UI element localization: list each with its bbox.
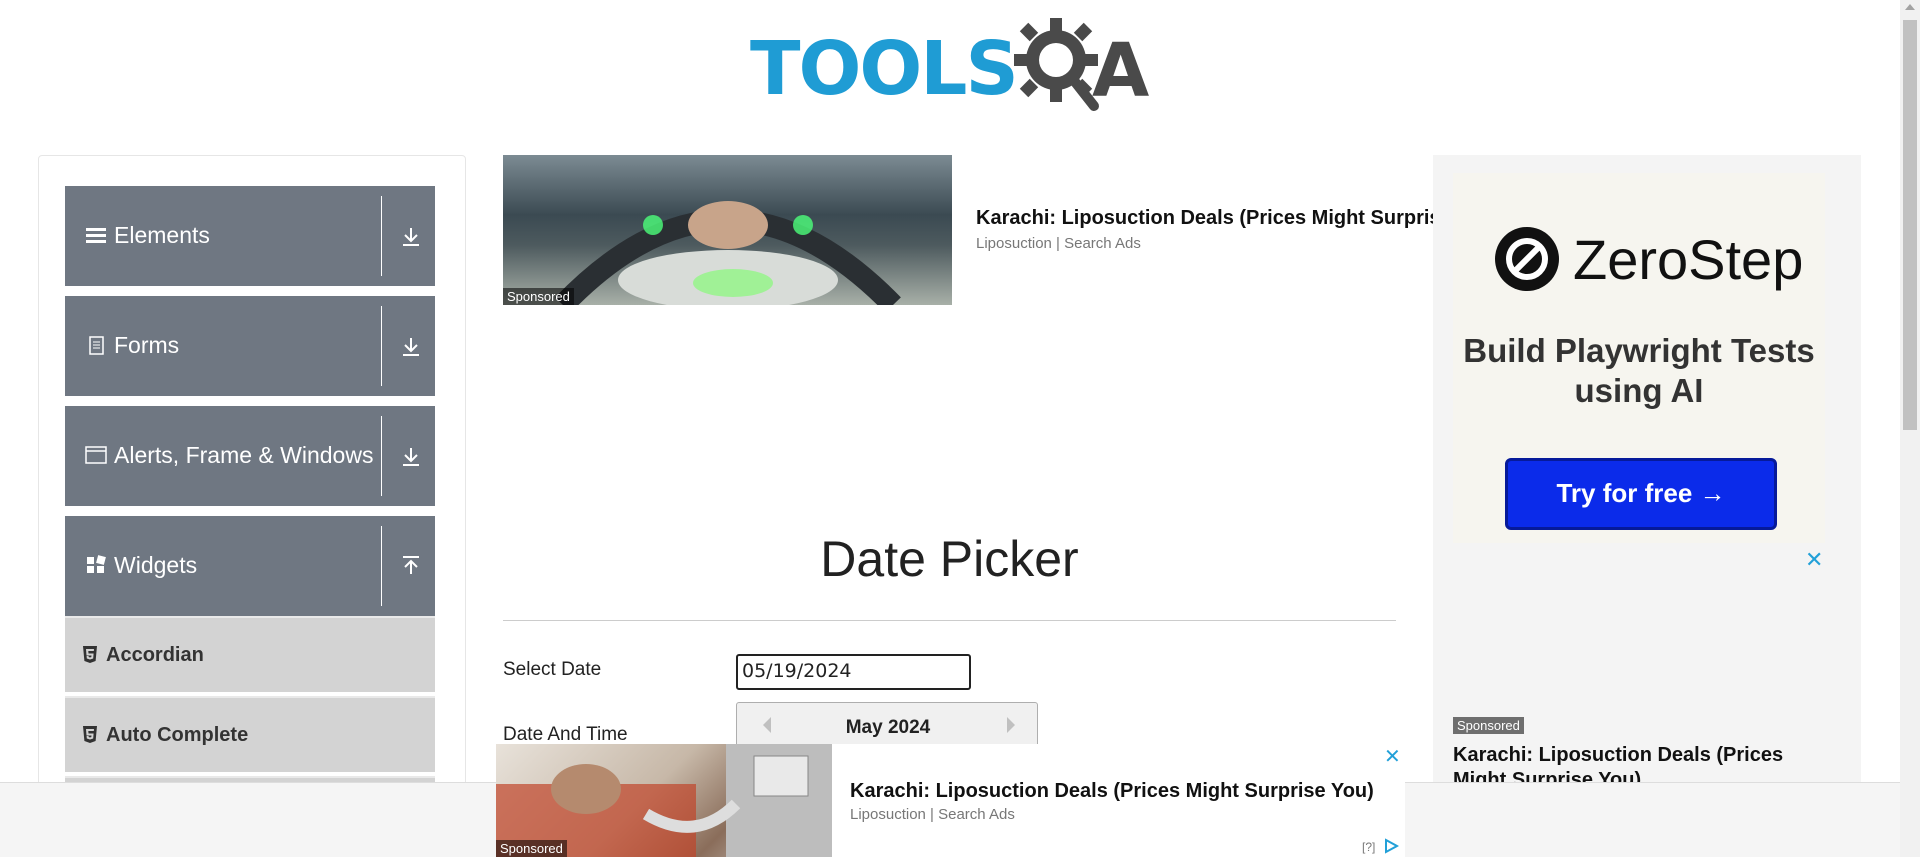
scroll-thumb[interactable] xyxy=(1903,20,1917,430)
sidebar-item-label: Accordian xyxy=(106,644,204,666)
zerostep-logo-icon xyxy=(1495,227,1559,291)
widgets-icon xyxy=(87,555,106,573)
select-date-label: Select Date xyxy=(503,659,602,680)
document-icon xyxy=(89,336,104,355)
upload-arrow-icon[interactable] xyxy=(399,554,423,578)
sidebar-item-accordian[interactable]: Accordian xyxy=(65,616,435,692)
zerostep-brand: ZeroStep xyxy=(1573,228,1804,291)
sponsored-badge: Sponsored xyxy=(496,840,567,857)
html5-icon xyxy=(83,646,97,663)
ad-subtitle: Liposuction | Search Ads xyxy=(976,235,1141,252)
calendar-month-label: May 2024 xyxy=(845,717,931,738)
ad-title[interactable]: Karachi: Liposuction Deals (Prices Might… xyxy=(850,780,1374,803)
sidebar-item-auto-complete[interactable]: Auto Complete xyxy=(65,696,435,772)
sponsored-badge: Sponsored xyxy=(503,288,574,305)
toolsqa-logo[interactable]: TOOLS A xyxy=(750,18,1154,114)
hamburger-icon xyxy=(86,228,106,243)
ad-title[interactable]: Karachi: Liposuction Deals (Prices Might… xyxy=(976,207,1437,230)
download-arrow-icon[interactable] xyxy=(399,224,423,248)
window-icon xyxy=(85,446,107,464)
ad-help-link[interactable]: [?] xyxy=(1362,840,1375,854)
scroll-up-icon[interactable] xyxy=(1905,4,1915,10)
divider xyxy=(381,196,382,276)
sidebar-item-label: Auto Complete xyxy=(106,724,249,746)
divider xyxy=(381,416,382,496)
divider xyxy=(381,526,382,606)
group-title: Alerts, Frame & Windows xyxy=(114,442,374,468)
group-forms[interactable]: Forms xyxy=(65,296,435,396)
ad-image[interactable]: Sponsored xyxy=(503,155,952,305)
ad-image[interactable]: Sponsored xyxy=(496,744,832,857)
logo-text: TOOLS xyxy=(750,26,1019,112)
close-icon[interactable]: ✕ xyxy=(1805,547,1823,573)
download-arrow-icon[interactable] xyxy=(399,444,423,468)
download-arrow-icon[interactable] xyxy=(399,334,423,358)
group-title: Widgets xyxy=(114,552,198,578)
group-title: Elements xyxy=(114,222,210,248)
date-and-time-label: Date And Time xyxy=(503,724,628,745)
group-elements[interactable]: Elements xyxy=(65,186,435,286)
page-scrollbar[interactable] xyxy=(1900,0,1920,857)
top-ad-banner[interactable]: Sponsored Karachi: Liposuction Deals (Pr… xyxy=(503,155,1437,305)
bottom-ad[interactable]: Sponsored Karachi: Liposuction Deals (Pr… xyxy=(496,744,1405,857)
page: TOOLS A Elements Forms Alerts, Frame & W… xyxy=(0,0,1920,857)
title-divider xyxy=(503,620,1396,621)
logo-a: A xyxy=(1092,28,1150,114)
page-title: Date Picker xyxy=(820,531,1079,587)
next-month-icon[interactable] xyxy=(1005,717,1017,733)
right-ad: ZeroStep Build Playwright Tests using AI… xyxy=(1433,155,1861,857)
gear-magnifier-icon xyxy=(1014,18,1099,111)
group-widgets[interactable]: Widgets xyxy=(65,516,435,616)
adchoices-icon[interactable] xyxy=(1383,838,1399,854)
zerostep-ad-card[interactable]: ZeroStep Build Playwright Tests using AI… xyxy=(1453,173,1825,543)
html5-icon xyxy=(83,726,97,743)
ad-subtitle: Liposuction | Search Ads xyxy=(850,806,1015,823)
ad-image-graphic xyxy=(555,201,901,305)
divider xyxy=(381,306,382,386)
left-sidebar: Elements Forms Alerts, Frame & Windows W… xyxy=(38,155,466,857)
zerostep-tagline: Build Playwright Tests using AI xyxy=(1463,332,1815,409)
close-icon[interactable]: ✕ xyxy=(1384,744,1401,769)
group-title: Forms xyxy=(114,332,180,358)
try-for-free-button[interactable]: Try for free → xyxy=(1505,458,1777,530)
sponsored-badge: Sponsored xyxy=(1453,717,1524,734)
select-date-input[interactable]: 05/19/2024 xyxy=(736,654,971,690)
group-alerts-frame-windows[interactable]: Alerts, Frame & Windows xyxy=(65,406,435,506)
